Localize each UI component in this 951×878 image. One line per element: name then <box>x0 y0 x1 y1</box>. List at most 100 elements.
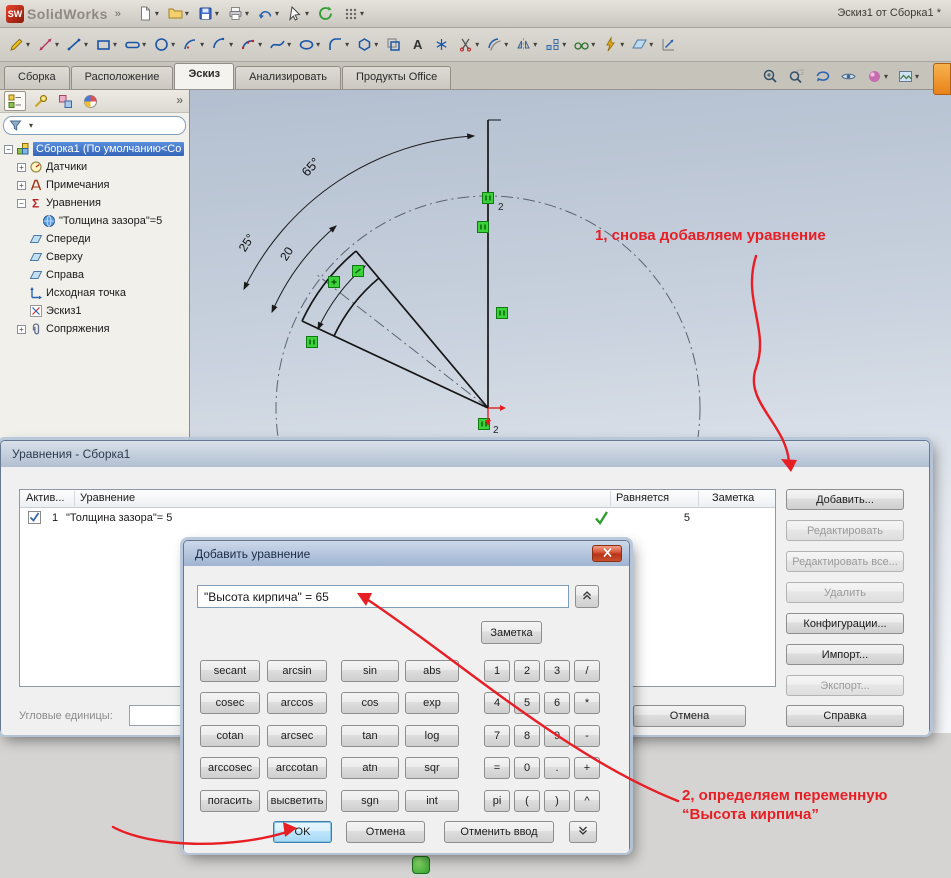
func-button-arccotan[interactable]: arccotan <box>267 757 327 779</box>
text-button[interactable]: A <box>406 31 429 59</box>
key-button[interactable]: 1 <box>484 660 510 682</box>
key-button[interactable]: 6 <box>544 692 570 714</box>
key-button[interactable]: 3 <box>544 660 570 682</box>
rectangle-button[interactable]: ▾ <box>92 31 120 59</box>
tree-item-origin[interactable]: Исходная точка <box>0 284 189 302</box>
tree-item-plane-top[interactable]: Сверху <box>0 248 189 266</box>
undo-input-button[interactable]: Отменить ввод <box>444 821 554 843</box>
tab-layout[interactable]: Расположение <box>71 66 174 89</box>
select-button[interactable]: ▾ <box>284 2 312 26</box>
key-button[interactable]: - <box>574 725 600 747</box>
display-relations-button[interactable]: ▾ <box>570 31 598 59</box>
toolbar-overflow-chevron[interactable]: » <box>111 8 125 20</box>
smart-dimension-button[interactable]: ▾ <box>34 31 62 59</box>
collapse-keypad-button[interactable] <box>575 585 599 608</box>
equation-input[interactable]: "Высота кирпича" = 65 <box>197 585 569 608</box>
key-button[interactable]: 8 <box>514 725 540 747</box>
tree-filter[interactable]: ▾ <box>3 116 186 135</box>
key-button[interactable]: * <box>574 692 600 714</box>
tray-icon[interactable] <box>412 856 430 874</box>
func-button-int[interactable]: int <box>405 790 459 812</box>
equations-dialog-titlebar[interactable]: Уравнения - Сборка1 <box>1 441 929 467</box>
func-button-arccosec[interactable]: arccosec <box>200 757 260 779</box>
key-button[interactable]: ^ <box>574 790 600 812</box>
active-checkbox[interactable] <box>28 511 41 524</box>
tab-assembly[interactable]: Сборка <box>4 66 70 89</box>
add-button[interactable]: Добавить... <box>786 489 904 510</box>
three-point-arc-button[interactable]: ▾ <box>237 31 265 59</box>
hide-show-button[interactable] <box>840 68 857 85</box>
dimension-65[interactable]: 65° <box>299 155 323 180</box>
task-pane-tab[interactable] <box>933 63 951 95</box>
spline-button[interactable]: ▾ <box>266 31 294 59</box>
ellipse-button[interactable]: ▾ <box>295 31 323 59</box>
configurations-button[interactable]: Конфигурации... <box>786 613 904 634</box>
add-equation-dialog-titlebar[interactable]: Добавить уравнение <box>184 541 629 566</box>
key-button[interactable]: ( <box>514 790 540 812</box>
func-button-cos[interactable]: cos <box>341 692 399 714</box>
column-header[interactable]: Заметка <box>712 492 754 504</box>
featuremanager-tab[interactable] <box>4 91 26 111</box>
expand-button[interactable] <box>569 821 597 843</box>
key-button[interactable]: + <box>574 757 600 779</box>
help-button[interactable]: Справка <box>786 705 904 727</box>
tree-item-equations[interactable]: −ΣУравнения <box>0 194 189 212</box>
mirror-button[interactable]: ▾ <box>512 31 540 59</box>
trim-button[interactable]: ▾ <box>454 31 482 59</box>
func-button-abs[interactable]: abs <box>405 660 459 682</box>
func-button-погасить[interactable]: погасить <box>200 790 260 812</box>
dimension-25[interactable]: 25° <box>236 231 258 254</box>
expander-icon[interactable]: − <box>4 145 13 154</box>
propertymanager-tab[interactable] <box>29 91 51 111</box>
key-button[interactable]: 2 <box>514 660 540 682</box>
tree-item-sketch1[interactable]: Эскиз1 <box>0 302 189 320</box>
tree-item-plane-right[interactable]: Справа <box>0 266 189 284</box>
func-button-log[interactable]: log <box>405 725 459 747</box>
open-button[interactable]: ▾ <box>164 2 192 26</box>
tree-item-assembly-root[interactable]: − Сборка1 (По умолчанию<Со <box>0 140 189 158</box>
centerpoint-arc-button[interactable]: ▾ <box>179 31 207 59</box>
edit-all-button[interactable]: Редактировать все... <box>786 551 904 572</box>
appearance-button[interactable]: ▾ <box>866 68 888 85</box>
circle-button[interactable]: ▾ <box>150 31 178 59</box>
tab-sketch[interactable]: Эскиз <box>174 63 234 89</box>
export-button[interactable]: Экспорт... <box>786 675 904 696</box>
options-button[interactable]: ▾ <box>339 2 367 26</box>
point-button[interactable] <box>430 31 453 59</box>
key-button[interactable]: ) <box>544 790 570 812</box>
rebuild-button[interactable] <box>314 2 337 26</box>
expander-icon[interactable]: + <box>17 325 26 334</box>
ok-button[interactable]: OK <box>273 821 332 843</box>
tree-item-mates[interactable]: +Сопряжения <box>0 320 189 338</box>
quick-snaps-button[interactable]: ▾ <box>599 31 627 59</box>
column-header[interactable]: Равняется <box>616 492 669 504</box>
column-header[interactable]: Уравнение <box>80 492 135 504</box>
key-button[interactable]: = <box>484 757 510 779</box>
cancel-button[interactable]: Отмена <box>633 705 746 727</box>
func-button-sgn[interactable]: sgn <box>341 790 399 812</box>
cancel-button[interactable]: Отмена <box>346 821 425 843</box>
instant3d-button[interactable] <box>657 31 680 59</box>
func-button-arcsec[interactable]: arcsec <box>267 725 327 747</box>
close-button[interactable] <box>592 545 622 562</box>
dimension-20[interactable]: 20 <box>277 244 296 263</box>
configurationmanager-tab[interactable] <box>54 91 76 111</box>
tree-item-sensors[interactable]: +Датчики <box>0 158 189 176</box>
tree-item-plane-front[interactable]: Спереди <box>0 230 189 248</box>
func-button-cosec[interactable]: cosec <box>200 692 260 714</box>
sketch-canvas[interactable]: 65° 25° 20 2 2 <box>190 90 951 442</box>
expander-icon[interactable]: + <box>17 181 26 190</box>
rotate-view-button[interactable] <box>814 68 831 85</box>
tangent-arc-button[interactable]: ▾ <box>208 31 236 59</box>
expander-icon[interactable]: + <box>17 163 26 172</box>
func-button-exp[interactable]: exp <box>405 692 459 714</box>
key-button[interactable]: 9 <box>544 725 570 747</box>
edit-button[interactable]: Редактировать <box>786 520 904 541</box>
save-button[interactable]: ▾ <box>194 2 222 26</box>
sketch-tool-button[interactable]: ▾ <box>5 31 33 59</box>
delete-button[interactable]: Удалить <box>786 582 904 603</box>
func-button-tan[interactable]: tan <box>341 725 399 747</box>
scene-button[interactable]: ▾ <box>897 68 919 85</box>
func-button-sin[interactable]: sin <box>341 660 399 682</box>
polygon-button[interactable]: ▾ <box>353 31 381 59</box>
